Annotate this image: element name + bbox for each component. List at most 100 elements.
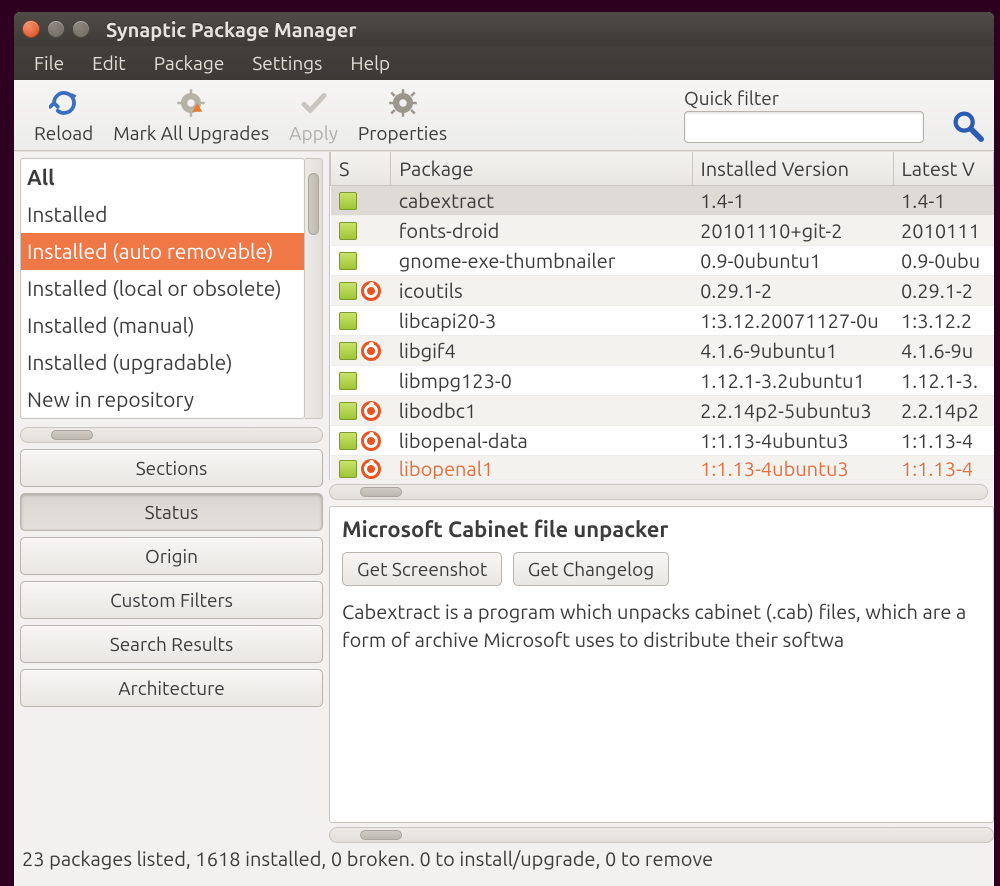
- cell-latest: 0.29.1-2: [893, 276, 993, 306]
- custom-filters-button[interactable]: Custom Filters: [20, 581, 323, 619]
- detail-hscrollbar[interactable]: [329, 827, 994, 843]
- apply-button: Apply: [289, 86, 338, 144]
- menu-help[interactable]: Help: [336, 47, 404, 79]
- table-row[interactable]: cabextract1.4-11.4-1: [331, 186, 994, 216]
- properties-button[interactable]: Properties: [358, 86, 447, 144]
- apply-icon: [299, 86, 329, 120]
- cell-latest: 1.4-1: [893, 186, 993, 216]
- reload-icon: [49, 86, 79, 120]
- properties-label: Properties: [358, 122, 447, 144]
- filter-row[interactable]: All: [21, 159, 304, 196]
- sections-button[interactable]: Sections: [20, 449, 323, 487]
- ubuntu-icon: [361, 401, 381, 421]
- status-button[interactable]: Status: [20, 493, 323, 531]
- cell-package: libmpg123-0: [391, 366, 692, 396]
- origin-button[interactable]: Origin: [20, 537, 323, 575]
- titlebar[interactable]: Synaptic Package Manager: [14, 12, 994, 46]
- quick-filter-input[interactable]: [684, 111, 924, 143]
- get-screenshot-button[interactable]: Get Screenshot: [342, 552, 502, 586]
- cell-latest: 1:1.13-4: [893, 426, 993, 456]
- apply-label: Apply: [289, 122, 338, 144]
- table-row[interactable]: libopenal-data1:1.13-4ubuntu31:1.13-4: [331, 426, 994, 456]
- sidebar: AllInstalledInstalled (auto removable)In…: [14, 152, 329, 843]
- cell-installed: 1:1.13-4ubuntu3: [692, 456, 893, 480]
- window-title: Synaptic Package Manager: [106, 18, 357, 41]
- search-results-button[interactable]: Search Results: [20, 625, 323, 663]
- cell-installed: 1.4-1: [692, 186, 893, 216]
- cell-latest: 1:3.12.2: [893, 306, 993, 336]
- filter-list[interactable]: AllInstalledInstalled (auto removable)In…: [20, 158, 305, 419]
- cell-latest: 2.2.14p2: [893, 396, 993, 426]
- reload-button[interactable]: Reload: [34, 86, 93, 144]
- col-header-latest[interactable]: Latest V: [893, 152, 993, 186]
- close-icon[interactable]: [22, 20, 40, 38]
- cell-package: fonts-droid: [391, 216, 692, 246]
- app-window: Synaptic Package Manager File Edit Packa…: [14, 12, 994, 886]
- ubuntu-icon: [361, 459, 381, 479]
- cell-installed: 2.2.14p2-5ubuntu3: [692, 396, 893, 426]
- cell-package: libopenal-data: [391, 426, 692, 456]
- table-row[interactable]: gnome-exe-thumbnailer0.9-0ubuntu10.9-0ub…: [331, 246, 994, 276]
- get-changelog-button[interactable]: Get Changelog: [513, 552, 669, 586]
- filter-row[interactable]: Installed (local or obsolete): [21, 270, 304, 307]
- filter-row[interactable]: Installed (auto removable): [21, 233, 304, 270]
- minimize-icon[interactable]: [47, 20, 65, 38]
- architecture-button[interactable]: Architecture: [20, 669, 323, 707]
- table-row[interactable]: libcapi20-31:3.12.20071127-0u1:3.12.2: [331, 306, 994, 336]
- cell-package: icoutils: [391, 276, 692, 306]
- table-row[interactable]: libmpg123-01.12.1-3.2ubuntu11.12.1-3.: [331, 366, 994, 396]
- status-bar: 23 packages listed, 1618 installed, 0 br…: [14, 843, 994, 886]
- table-row[interactable]: icoutils0.29.1-20.29.1-2: [331, 276, 994, 306]
- installed-checkbox[interactable]: [339, 222, 357, 240]
- installed-checkbox[interactable]: [339, 372, 357, 390]
- filter-row[interactable]: Installed: [21, 196, 304, 233]
- table-row[interactable]: libodbc12.2.14p2-5ubuntu32.2.14p2: [331, 396, 994, 426]
- table-row[interactable]: libopenal11:1.13-4ubuntu31:1.13-4: [331, 456, 994, 480]
- mark-all-upgrades-button[interactable]: Mark All Upgrades: [113, 86, 269, 144]
- installed-checkbox[interactable]: [339, 432, 357, 450]
- installed-checkbox[interactable]: [339, 460, 357, 478]
- quick-filter-label: Quick filter: [684, 87, 924, 109]
- col-header-installed[interactable]: Installed Version: [692, 152, 893, 186]
- filter-row[interactable]: Installed (manual): [21, 307, 304, 344]
- cell-latest: 1.12.1-3.: [893, 366, 993, 396]
- col-header-package[interactable]: Package: [391, 152, 692, 186]
- cell-package: libopenal1: [391, 456, 692, 480]
- gear-icon: [388, 86, 418, 120]
- installed-checkbox[interactable]: [339, 342, 357, 360]
- table-row[interactable]: libgif44.1.6-9ubuntu14.1.6-9u: [331, 336, 994, 366]
- package-table[interactable]: S Package Installed Version Latest V cab…: [330, 152, 994, 480]
- cell-installed: 1.12.1-3.2ubuntu1: [692, 366, 893, 396]
- cell-package: libodbc1: [391, 396, 692, 426]
- filter-list-scrollbar[interactable]: [305, 158, 323, 419]
- package-detail-pane: Microsoft Cabinet file unpacker Get Scre…: [329, 506, 994, 823]
- filter-row[interactable]: New in repository: [21, 381, 304, 418]
- filter-list-hscrollbar[interactable]: [20, 427, 323, 443]
- cell-latest: 4.1.6-9u: [893, 336, 993, 366]
- menu-file[interactable]: File: [20, 47, 78, 79]
- cell-package: gnome-exe-thumbnailer: [391, 246, 692, 276]
- maximize-icon[interactable]: [72, 20, 90, 38]
- installed-checkbox[interactable]: [339, 282, 357, 300]
- cell-installed: 20101110+git-2: [692, 216, 893, 246]
- menu-package[interactable]: Package: [140, 47, 239, 79]
- package-table-hscrollbar[interactable]: [329, 484, 988, 500]
- cell-installed: 1:1.13-4ubuntu3: [692, 426, 893, 456]
- ubuntu-icon: [361, 281, 381, 301]
- installed-checkbox[interactable]: [339, 312, 357, 330]
- installed-checkbox[interactable]: [339, 192, 357, 210]
- menu-edit[interactable]: Edit: [78, 47, 140, 79]
- filter-row[interactable]: Installed (upgradable): [21, 344, 304, 381]
- cell-installed: 1:3.12.20071127-0u: [692, 306, 893, 336]
- table-row[interactable]: fonts-droid20101110+git-22010111: [331, 216, 994, 246]
- installed-checkbox[interactable]: [339, 252, 357, 270]
- cell-installed: 0.29.1-2: [692, 276, 893, 306]
- search-icon: [950, 108, 984, 142]
- menu-settings[interactable]: Settings: [238, 47, 336, 79]
- search-button[interactable]: [950, 108, 984, 144]
- cell-latest: 0.9-0ubu: [893, 246, 993, 276]
- cell-package: libcapi20-3: [391, 306, 692, 336]
- col-header-s[interactable]: S: [331, 152, 391, 186]
- installed-checkbox[interactable]: [339, 402, 357, 420]
- cell-latest: 2010111: [893, 216, 993, 246]
